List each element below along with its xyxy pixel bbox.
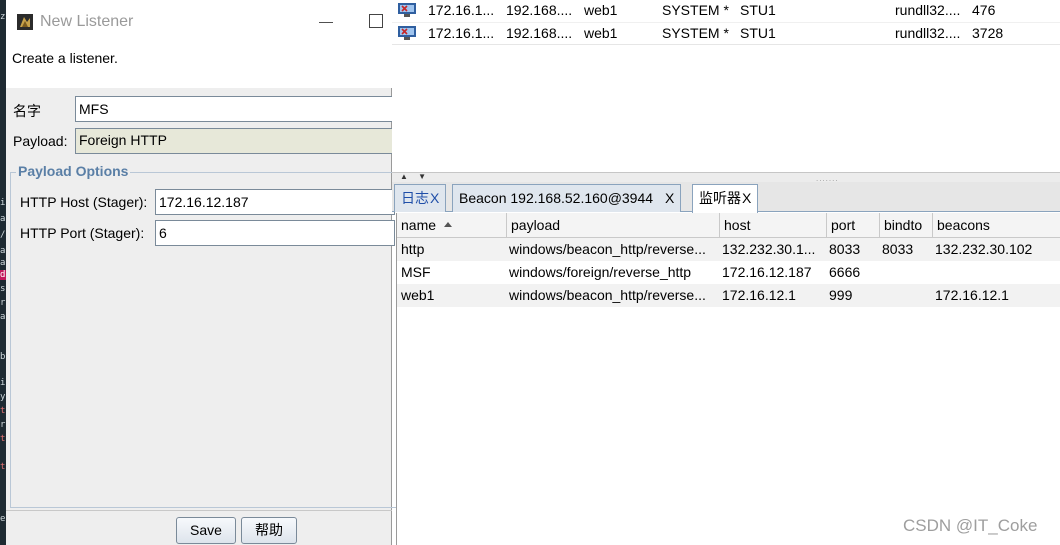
column-header-bindto[interactable]: bindto <box>880 213 933 238</box>
column-header-beacons[interactable]: beacons <box>933 213 1060 238</box>
listener-payload: windows/beacon_http/reverse... <box>509 287 706 303</box>
listener-name: web1 <box>401 287 435 303</box>
listener-beacons: 172.16.12.1 <box>935 287 1009 303</box>
help-button[interactable]: 帮助 <box>241 517 297 544</box>
column-header-label: bindto <box>884 217 923 233</box>
tab-log[interactable]: 日志X <box>394 184 447 212</box>
payload-label: Payload: <box>13 133 68 149</box>
column-header-name[interactable]: name <box>397 213 507 238</box>
listener-row[interactable]: http windows/beacon_http/reverse... 132.… <box>397 238 1060 261</box>
beacon-user: SYSTEM * <box>662 2 729 18</box>
http-host-label: HTTP Host (Stager): <box>20 194 148 210</box>
beacon-external-ip: 172.16.1... <box>428 2 495 18</box>
listener-host: 172.16.12.1 <box>722 287 796 303</box>
tab-log-label: 日志 <box>401 190 429 206</box>
new-listener-dialog: New Listener — Create a listener. 名字 Pay… <box>6 0 396 545</box>
listener-payload: windows/beacon_http/reverse... <box>509 241 706 257</box>
beacon-listener: STU1 <box>740 25 776 41</box>
csdn-watermark: CSDN @IT_Coke <box>903 516 1038 535</box>
minimize-button[interactable]: — <box>314 10 338 34</box>
listener-row[interactable]: MSF windows/foreign/reverse_http 172.16.… <box>397 261 1060 284</box>
http-host-input[interactable] <box>155 189 395 215</box>
tab-log-close-icon[interactable]: X <box>430 190 439 206</box>
column-header-port[interactable]: port <box>827 213 880 238</box>
beacon-row[interactable]: 172.16.1... 192.168.... web1 SYSTEM * ST… <box>392 22 1060 44</box>
beacon-user: SYSTEM * <box>662 25 729 41</box>
beacon-table-divider <box>392 44 1060 45</box>
tab-bar: 日志X Beacon 192.168.52.160@3944 X 监听器X <box>392 182 1060 213</box>
http-port-input[interactable] <box>155 220 395 246</box>
beacon-computer-icon <box>398 26 416 40</box>
listener-host: 172.16.12.187 <box>722 264 812 280</box>
cobalt-strike-app-icon <box>17 14 33 30</box>
split-pane-divider[interactable]: ▲ ▼ ....... <box>392 172 1060 183</box>
payload-options-title: Payload Options <box>16 163 131 179</box>
column-header-label: port <box>831 217 856 233</box>
beacon-computer: web1 <box>584 2 618 18</box>
listener-port: 6666 <box>829 264 861 280</box>
listener-port: 999 <box>829 287 853 303</box>
listener-name: http <box>401 241 425 257</box>
column-header-label: name <box>401 217 437 233</box>
name-input[interactable] <box>75 96 395 122</box>
beacon-row[interactable]: 172.16.1... 192.168.... web1 SYSTEM * ST… <box>392 0 1060 22</box>
beacon-listener: STU1 <box>740 2 776 18</box>
listener-beacons: 132.232.30.102 <box>935 241 1033 257</box>
column-header-host[interactable]: host <box>720 213 827 238</box>
listener-bindto: 8033 <box>882 241 914 257</box>
sort-ascending-icon <box>444 222 452 227</box>
beacon-internal-ip: 192.168.... <box>506 2 573 18</box>
column-header-label: beacons <box>937 217 990 233</box>
tab-beacon-label: Beacon 192.168.52.160@3944 <box>459 190 654 206</box>
beacon-pid: 3728 <box>972 25 1004 41</box>
dialog-titlebar[interactable]: New Listener — <box>6 0 392 44</box>
maximize-button[interactable] <box>369 14 383 28</box>
beacon-computer-icon <box>398 3 416 17</box>
beacon-internal-ip: 192.168.... <box>506 25 573 41</box>
name-label: 名字 <box>13 103 41 119</box>
tab-beacon[interactable]: Beacon 192.168.52.160@3944 X <box>452 184 682 212</box>
tab-beacon-close-icon[interactable]: X <box>665 190 674 206</box>
beacon-table: 172.16.1... 192.168.... web1 SYSTEM * ST… <box>392 0 1060 172</box>
dialog-title: New Listener <box>40 13 134 30</box>
dialog-description: Create a listener. <box>12 50 118 66</box>
button-separator <box>6 510 392 511</box>
listener-row[interactable]: web1 windows/beacon_http/reverse... 172.… <box>397 284 1060 307</box>
http-port-label: HTTP Port (Stager): <box>20 225 145 241</box>
split-collapse-arrows-icon[interactable]: ▲ ▼ <box>400 172 430 181</box>
beacon-computer: web1 <box>584 25 618 41</box>
beacon-process: rundll32.... <box>895 25 961 41</box>
listeners-table: name payload host port bindto beacons ht… <box>396 213 1060 545</box>
column-header-label: payload <box>511 217 561 233</box>
listeners-header-row: name payload host port bindto beacons <box>397 213 1060 238</box>
listener-port: 8033 <box>829 241 861 257</box>
listener-host: 132.232.30.1... <box>722 241 816 257</box>
tab-listeners-label: 监听器 <box>699 190 741 206</box>
listener-payload: windows/foreign/reverse_http <box>509 264 692 280</box>
column-header-label: host <box>724 217 751 233</box>
save-button[interactable]: Save <box>176 517 236 544</box>
beacon-pid: 476 <box>972 2 996 18</box>
tab-listeners-close-icon[interactable]: X <box>742 190 751 206</box>
beacon-external-ip: 172.16.1... <box>428 25 495 41</box>
listener-name: MSF <box>401 264 431 280</box>
payload-select[interactable]: Foreign HTTP <box>75 128 395 154</box>
beacon-process: rundll32.... <box>895 2 961 18</box>
column-header-payload[interactable]: payload <box>507 213 720 238</box>
minimize-icon: — <box>319 13 333 29</box>
tab-listeners[interactable]: 监听器X <box>692 184 759 213</box>
